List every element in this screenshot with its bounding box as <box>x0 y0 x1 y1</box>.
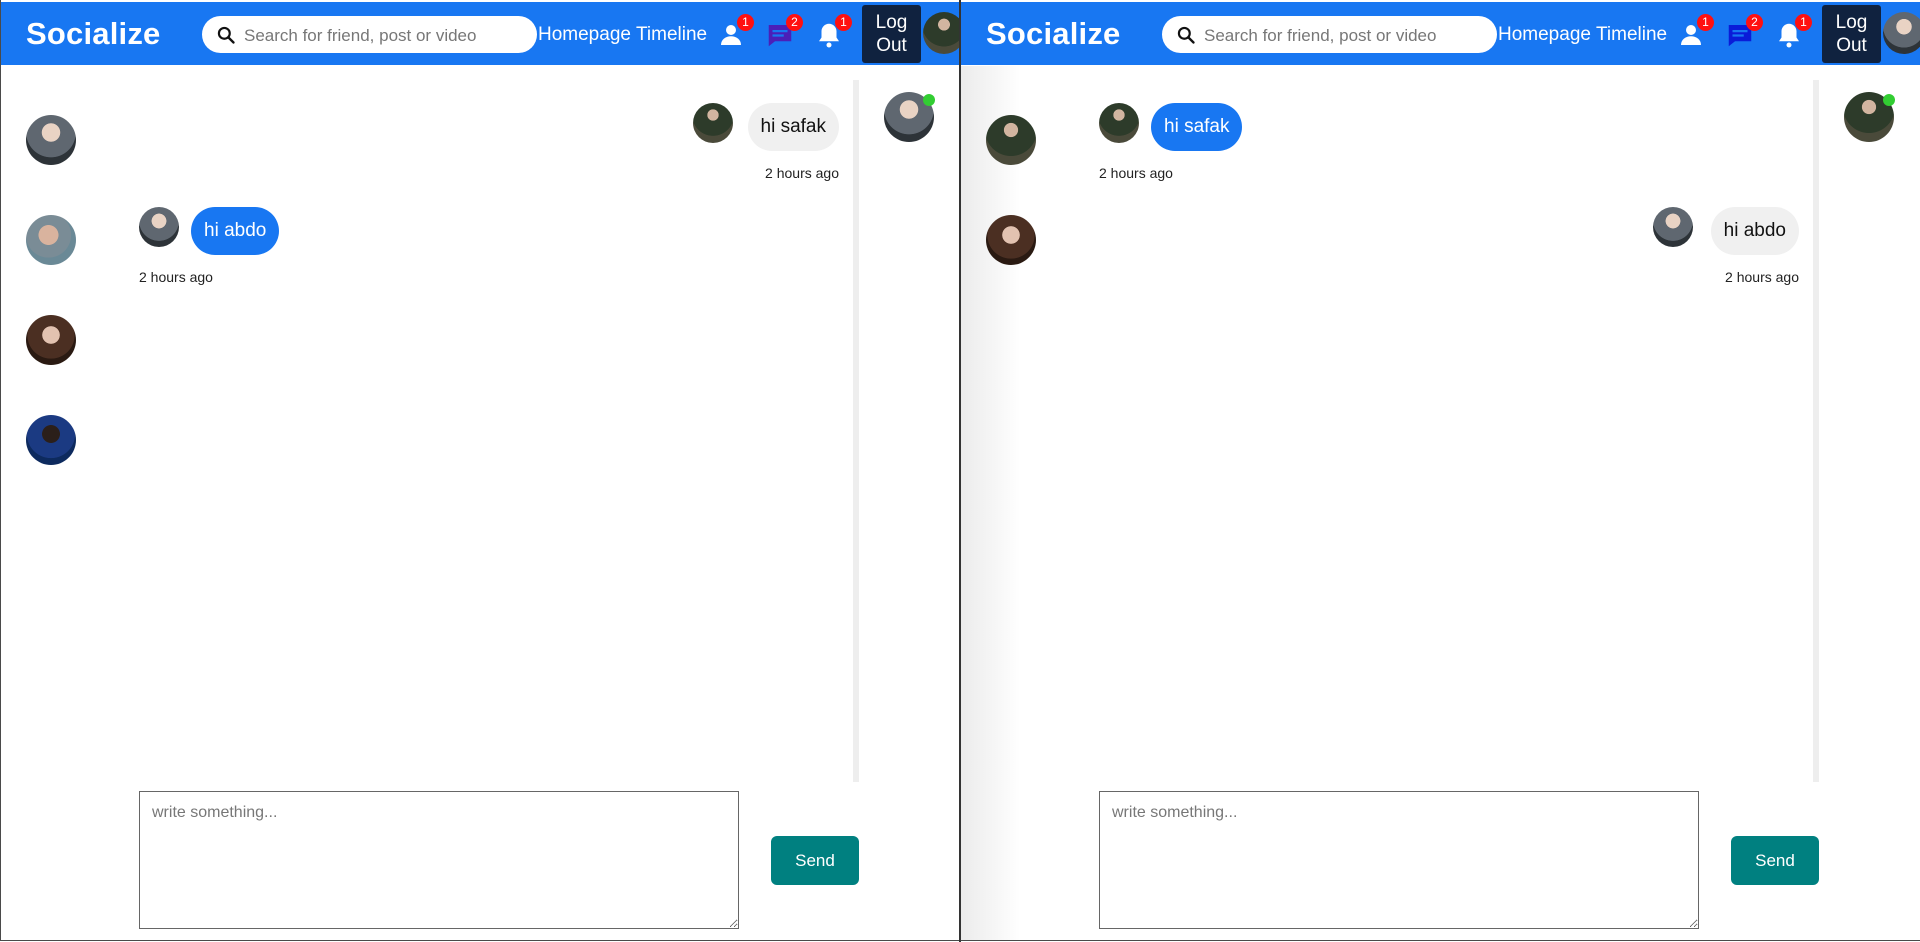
notifications-button[interactable]: 1 <box>1774 14 1812 50</box>
top-navbar: Socialize Homepage Timeline 1 2 1 LogOut <box>961 2 1920 65</box>
send-button[interactable]: Send <box>1731 836 1819 885</box>
conversation-avatar[interactable] <box>26 315 76 365</box>
site-logo[interactable]: Socialize <box>986 16 1120 52</box>
search-icon <box>1177 26 1195 44</box>
message-input[interactable] <box>139 791 739 929</box>
conversation-avatar[interactable] <box>986 215 1036 265</box>
message-bubble: hi safak <box>1151 103 1243 151</box>
conversation-avatar[interactable] <box>986 115 1036 165</box>
top-navbar: Socialize Homepage Timeline 1 2 1 LogOut <box>1 2 960 65</box>
logout-label-line1: Log <box>1835 12 1868 33</box>
current-user-avatar[interactable] <box>1883 12 1920 54</box>
conversation-avatar[interactable] <box>26 215 76 265</box>
friend-requests-button[interactable]: 1 <box>716 14 754 50</box>
message-timestamp: 2 hours ago <box>139 269 213 285</box>
nav-timeline-link[interactable]: Timeline <box>1596 24 1667 46</box>
conversation-avatar[interactable] <box>26 115 76 165</box>
messages-badge: 2 <box>1746 14 1763 31</box>
scrollbar[interactable] <box>1813 80 1819 782</box>
message-bubble: hi abdo <box>191 207 280 255</box>
message-bubble: hi abdo <box>1710 207 1799 255</box>
messages-button[interactable]: 2 <box>1725 14 1763 50</box>
message-input[interactable] <box>1099 791 1699 929</box>
notifications-button[interactable]: 1 <box>814 14 852 50</box>
logout-label-line1: Log <box>875 12 908 33</box>
message-item: hi abdo 2 hours ago <box>139 185 839 295</box>
friend-requests-badge: 1 <box>1697 14 1714 31</box>
search-icon <box>217 26 235 44</box>
logout-label-line2: Out <box>1836 35 1867 56</box>
nav-timeline-link[interactable]: Timeline <box>636 24 707 46</box>
messages-button[interactable]: 2 <box>765 14 803 50</box>
logout-button[interactable]: Log Out <box>862 5 921 63</box>
search-bar[interactable] <box>202 16 537 53</box>
logout-button[interactable]: Log Out <box>1822 5 1881 63</box>
logout-label-line2: Out <box>876 35 907 56</box>
window-edge-shadow <box>961 66 1021 940</box>
search-input[interactable] <box>1202 22 1486 49</box>
friend-requests-badge: 1 <box>737 14 754 31</box>
message-sender-avatar <box>139 207 179 247</box>
notifications-badge: 1 <box>835 14 852 31</box>
search-input[interactable] <box>242 22 526 49</box>
notifications-badge: 1 <box>1795 14 1812 31</box>
current-user-avatar[interactable] <box>923 12 960 54</box>
scrollbar[interactable] <box>853 80 859 782</box>
conversation-avatar[interactable] <box>26 415 76 465</box>
message-thread: hi safak 2 hours ago hi abdo 2 hours ago <box>1099 80 1799 780</box>
message-sender-avatar <box>1653 207 1693 247</box>
message-sender-avatar <box>693 103 733 143</box>
friend-requests-button[interactable]: 1 <box>1676 14 1714 50</box>
site-logo[interactable]: Socialize <box>26 16 160 52</box>
messages-badge: 2 <box>786 14 803 31</box>
chat-window-right: Socialize Homepage Timeline 1 2 1 LogOut <box>960 0 1920 941</box>
online-status-dot <box>923 94 935 106</box>
nav-homepage-link[interactable]: Homepage <box>538 24 631 46</box>
nav-homepage-link[interactable]: Homepage <box>1498 24 1591 46</box>
app-stage: Socialize Homepage Timeline 1 2 1 LogOut <box>0 0 1920 942</box>
message-item: hi abdo 2 hours ago <box>1099 185 1799 295</box>
online-status-dot <box>1883 94 1895 106</box>
message-sender-avatar <box>1099 103 1139 143</box>
message-timestamp: 2 hours ago <box>1099 165 1173 181</box>
send-button[interactable]: Send <box>771 836 859 885</box>
message-bubble: hi safak <box>747 103 839 151</box>
message-thread: hi safak 2 hours ago hi abdo 2 hours ago <box>139 80 839 780</box>
message-item: hi safak 2 hours ago <box>1099 80 1799 190</box>
chat-window-left: Socialize Homepage Timeline 1 2 1 LogOut <box>0 0 960 941</box>
search-bar[interactable] <box>1162 16 1497 53</box>
message-timestamp: 2 hours ago <box>765 165 839 181</box>
message-item: hi safak 2 hours ago <box>139 80 839 190</box>
message-timestamp: 2 hours ago <box>1725 269 1799 285</box>
